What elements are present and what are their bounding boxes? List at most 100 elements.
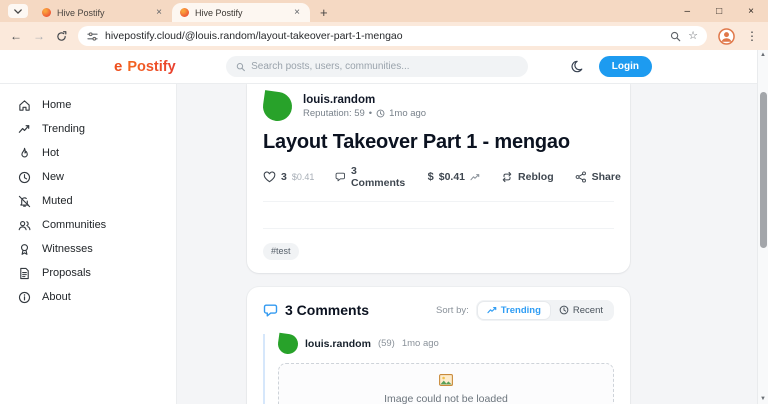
tab-close-icon[interactable]: × <box>292 7 302 18</box>
home-icon <box>19 99 30 111</box>
postify-logo[interactable]: e Postify <box>114 58 176 75</box>
search-bar[interactable] <box>225 56 528 77</box>
like-value: $0.41 <box>291 172 315 182</box>
comment-item: louis.random (59) 1mo ago Image could no… <box>263 332 614 404</box>
scroll-down-icon[interactable]: ▼ <box>760 396 766 402</box>
commenter-avatar[interactable] <box>276 332 300 355</box>
site-settings-icon[interactable] <box>87 31 98 42</box>
minimize-button[interactable]: – <box>685 6 691 17</box>
sidebar-item-proposals[interactable]: Proposals <box>0 261 176 285</box>
bookmark-star-icon[interactable]: ☆ <box>688 30 698 42</box>
scroll-up-icon[interactable]: ▲ <box>760 52 766 58</box>
meta-separator: • <box>368 108 373 119</box>
sidebar-item-home[interactable]: Home <box>0 93 176 117</box>
image-error-text: Image could not be loaded <box>384 392 508 404</box>
post-body <box>263 202 614 228</box>
page-body: Home Trending Hot New Muted Communities <box>0 84 768 404</box>
author-name[interactable]: louis.random <box>303 94 426 106</box>
login-button[interactable]: Login <box>598 56 652 77</box>
tab-bar: Hive Postify × Hive Postify × + – □ × <box>0 0 768 22</box>
reblog-button[interactable]: Reblog <box>501 171 554 183</box>
comments-heading: 3 Comments <box>263 302 369 318</box>
sidebar-item-hot[interactable]: Hot <box>0 141 176 165</box>
trending-icon <box>18 124 30 133</box>
people-icon <box>18 220 31 230</box>
sort-trending-label: Trending <box>500 304 541 316</box>
post-card: louis.random Reputation: 59 • 1mo ago La… <box>247 84 630 273</box>
close-button[interactable]: × <box>748 6 754 17</box>
new-tab-button[interactable]: + <box>320 6 328 19</box>
browser-chrome: Hive Postify × Hive Postify × + – □ × ← … <box>0 0 768 50</box>
site-favicon <box>180 8 189 17</box>
sidebar-item-label: Communities <box>42 219 107 231</box>
sidebar-item-label: Hot <box>42 147 60 159</box>
like-button[interactable]: 3 $0.41 <box>263 171 314 183</box>
maximize-button[interactable]: □ <box>716 6 722 17</box>
comment-icon <box>263 303 278 317</box>
post-age: 1mo ago <box>389 108 427 119</box>
payout-value: $0.41 <box>438 171 466 183</box>
site-header: e Postify Login <box>0 50 768 84</box>
reblog-icon <box>502 171 512 183</box>
reload-button[interactable] <box>56 30 67 42</box>
post-author-row: louis.random Reputation: 59 • 1mo ago <box>261 90 614 123</box>
tab-hive-postify-2-active[interactable]: Hive Postify × <box>172 3 310 22</box>
share-icon <box>575 171 586 183</box>
sidebar-item-new[interactable]: New <box>0 165 176 189</box>
main-content: louis.random Reputation: 59 • 1mo ago La… <box>177 84 768 404</box>
search-icon <box>236 62 245 71</box>
sidebar-item-trending[interactable]: Trending <box>0 117 176 141</box>
sidebar-item-muted[interactable]: Muted <box>0 189 176 213</box>
sidebar-item-communities[interactable]: Communities <box>0 213 176 237</box>
reputation-label: Reputation: 59 <box>303 108 365 119</box>
browser-menu-icon[interactable]: ⋮ <box>746 30 758 42</box>
search-input[interactable] <box>251 61 518 72</box>
like-count: 3 <box>281 171 287 183</box>
comments-stat[interactable]: 3 Comments <box>335 165 406 189</box>
dollar-icon: $ <box>427 171 434 183</box>
url-text[interactable]: hivepostify.cloud/@louis.random/layout-t… <box>105 30 663 42</box>
sidebar-item-label: About <box>42 291 71 303</box>
sort-recent-label: Recent <box>572 304 603 316</box>
tab-search-button[interactable] <box>8 4 28 18</box>
sidebar-item-label: Muted <box>42 195 73 207</box>
forward-button[interactable]: → <box>33 30 45 42</box>
sort-recent-button[interactable]: Recent <box>550 302 612 319</box>
tab-title: Hive Postify <box>195 7 243 18</box>
sidebar: Home Trending Hot New Muted Communities <box>0 84 177 404</box>
browser-profile-avatar[interactable] <box>718 27 735 45</box>
sidebar-item-label: Proposals <box>42 267 91 279</box>
author-meta: Reputation: 59 • 1mo ago <box>303 108 426 119</box>
address-bar[interactable]: hivepostify.cloud/@louis.random/layout-t… <box>78 26 707 46</box>
back-button[interactable]: ← <box>10 30 22 42</box>
tab-close-icon[interactable]: × <box>154 7 164 18</box>
comment-age: 1mo ago <box>401 338 439 349</box>
heart-icon <box>263 171 276 183</box>
dark-mode-moon-icon[interactable] <box>571 60 584 73</box>
tab-hive-postify-1[interactable]: Hive Postify × <box>34 3 172 22</box>
postify-logo-icon: e <box>114 58 123 75</box>
author-avatar[interactable] <box>261 90 294 123</box>
page-scrollbar[interactable]: ▲ ▼ <box>757 50 768 404</box>
sort-segmented-control: Trending Recent <box>475 299 614 321</box>
site-favicon <box>42 8 51 17</box>
window-controls: – □ × <box>685 0 768 22</box>
sidebar-item-label: Witnesses <box>42 243 93 255</box>
comments-header: 3 Comments Sort by: Trending Recent <box>263 299 614 321</box>
commenter-name[interactable]: louis.random <box>305 338 371 350</box>
post-tags: #test <box>263 241 614 260</box>
web-page: e Postify Login Home Trending Hot <box>0 50 768 404</box>
sidebar-item-label: New <box>42 171 65 183</box>
tag-test[interactable]: #test <box>263 242 299 260</box>
share-button[interactable]: Share <box>575 171 621 183</box>
divider <box>263 228 614 229</box>
comments-count: 3 Comments <box>350 165 406 189</box>
brand-name: Postify <box>127 58 176 75</box>
sort-trending-button[interactable]: Trending <box>477 301 550 319</box>
payout-stat[interactable]: $ $0.41 <box>428 171 480 183</box>
sidebar-item-about[interactable]: About <box>0 285 176 309</box>
commenter-reputation: (59) <box>377 338 395 349</box>
zoom-icon[interactable] <box>670 31 681 42</box>
scrollbar-thumb[interactable] <box>759 92 767 248</box>
sidebar-item-witnesses[interactable]: Witnesses <box>0 237 176 261</box>
